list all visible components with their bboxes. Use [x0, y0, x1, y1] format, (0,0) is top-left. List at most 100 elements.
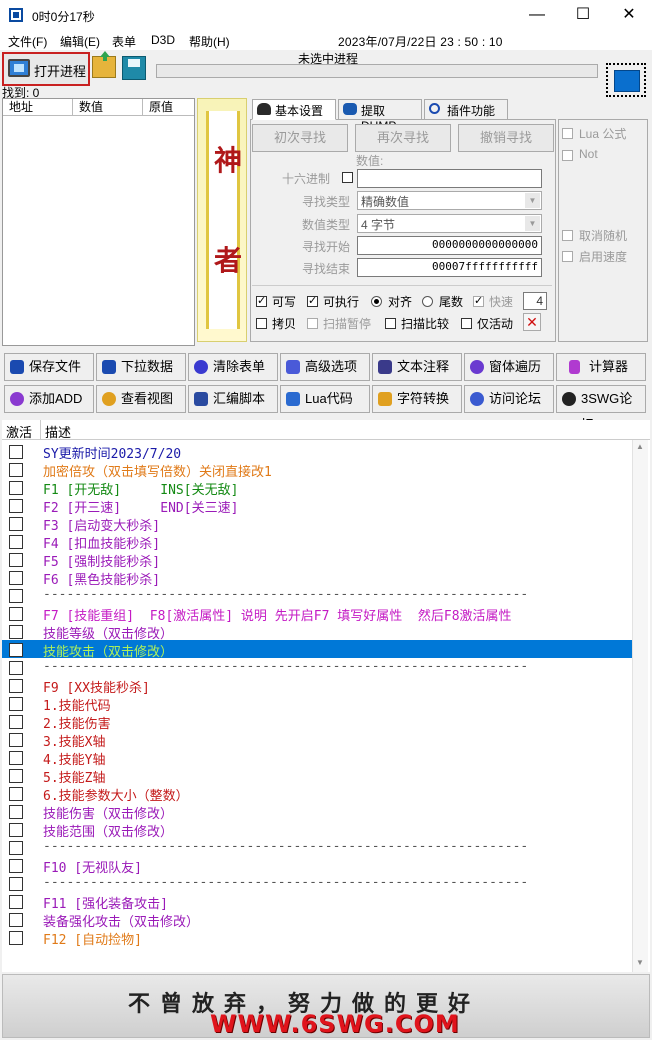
align-radio[interactable]	[371, 296, 382, 307]
maximize-button[interactable]: ☐	[560, 0, 606, 30]
activate-checkbox[interactable]	[9, 769, 23, 783]
color-picker[interactable]	[606, 63, 646, 97]
list-item[interactable]: F1 [开无敌] INS[关无敌]	[2, 478, 632, 498]
executable-checkbox[interactable]	[307, 294, 318, 307]
activate-checkbox[interactable]	[9, 661, 23, 675]
scroll-down-icon[interactable]: ▼	[636, 958, 644, 967]
activate-checkbox[interactable]	[9, 445, 23, 459]
list-item[interactable]: F9 [XX技能秒杀]	[2, 676, 632, 696]
scan-compare-checkbox[interactable]	[385, 318, 396, 329]
activate-checkbox[interactable]	[9, 679, 23, 693]
not-checkbox[interactable]	[562, 150, 573, 161]
activate-checkbox[interactable]	[9, 733, 23, 747]
activate-checkbox[interactable]	[9, 571, 23, 585]
activate-checkbox[interactable]	[9, 895, 23, 909]
asm-script-button[interactable]: 汇编脚本	[188, 385, 278, 413]
value-type-select[interactable]: 4 字节 ▼	[357, 214, 542, 233]
column-active[interactable]: 激活	[6, 422, 32, 441]
copy-checkbox[interactable]	[256, 318, 267, 329]
activate-checkbox[interactable]	[9, 553, 23, 567]
add-address-button[interactable]: 添加ADD	[4, 385, 94, 413]
list-item[interactable]: 加密倍攻（双击填写倍数）关闭直接改1	[2, 460, 632, 480]
save-file-button[interactable]: 保存文件	[4, 353, 94, 381]
scrollbar[interactable]: ▲ ▼	[632, 440, 648, 972]
activate-checkbox[interactable]	[9, 913, 23, 927]
start-address-input[interactable]: 0000000000000000	[357, 236, 542, 255]
char-convert-button[interactable]: 字符转换	[372, 385, 462, 413]
close-icon[interactable]: ✕	[523, 313, 541, 331]
activate-checkbox[interactable]	[9, 517, 23, 531]
only-active-checkbox[interactable]	[461, 318, 472, 329]
activate-checkbox[interactable]	[9, 625, 23, 639]
speed-input[interactable]: 4	[523, 292, 547, 310]
view-button[interactable]: 查看视图	[96, 385, 186, 413]
window-traverse-button[interactable]: 窗体遍历	[464, 353, 554, 381]
results-list[interactable]: 地址 数值 原值	[2, 98, 195, 346]
close-button[interactable]: ✕	[606, 0, 652, 30]
activate-checkbox[interactable]	[9, 643, 23, 657]
search-type-select[interactable]: 精确数值 ▼	[357, 191, 542, 210]
list-item[interactable]: ----------------------------------------…	[2, 658, 632, 676]
value-input[interactable]	[357, 169, 542, 188]
activate-checkbox[interactable]	[9, 787, 23, 801]
menu-help[interactable]: 帮助(H)	[189, 33, 230, 50]
tab-dump[interactable]: 提取DUMP	[338, 99, 422, 133]
list-item[interactable]: 4.技能Y轴	[2, 748, 632, 768]
tab-basic-settings[interactable]: 基本设置	[252, 99, 336, 120]
list-item[interactable]: F11 [强化装备攻击]	[2, 892, 632, 912]
activate-checkbox[interactable]	[9, 463, 23, 477]
list-item[interactable]: F7 [技能重组] F8[激活属性] 说明 先开启F7 填写好属性 然后F8激活…	[2, 604, 632, 624]
minimize-button[interactable]: —	[514, 0, 560, 30]
list-item[interactable]: F2 [开三速] END[关三速]	[2, 496, 632, 516]
menu-file[interactable]: 文件(F)	[8, 33, 47, 50]
activate-checkbox[interactable]	[9, 823, 23, 837]
hex-checkbox[interactable]	[342, 172, 353, 183]
writable-checkbox[interactable]	[256, 294, 267, 307]
list-item[interactable]: 技能等级（双击修改）	[2, 622, 632, 642]
text-comment-button[interactable]: 文本注释	[372, 353, 462, 381]
tail-radio[interactable]	[422, 296, 433, 307]
end-address-input[interactable]: 00007fffffffffff	[357, 258, 542, 277]
list-item[interactable]: F5 [强制技能秒杀]	[2, 550, 632, 570]
list-item[interactable]: 3.技能X轴	[2, 730, 632, 750]
activate-checkbox[interactable]	[9, 805, 23, 819]
column-original[interactable]: 原值	[143, 99, 194, 116]
enable-speed-checkbox[interactable]	[562, 251, 573, 262]
activate-checkbox[interactable]	[9, 589, 23, 603]
scan-pause-checkbox[interactable]	[307, 318, 318, 329]
activate-checkbox[interactable]	[9, 841, 23, 855]
list-item[interactable]: 5.技能Z轴	[2, 766, 632, 786]
activate-checkbox[interactable]	[9, 697, 23, 711]
activate-checkbox[interactable]	[9, 607, 23, 621]
list-item[interactable]: 1.技能代码	[2, 694, 632, 714]
open-process-button[interactable]: 打开进程	[2, 52, 90, 86]
swg-forum-button[interactable]: 3SWG论坛	[556, 385, 646, 432]
activate-checkbox[interactable]	[9, 715, 23, 729]
clear-form-button[interactable]: 清除表单	[188, 353, 278, 381]
list-item[interactable]: F6 [黑色技能秒杀]	[2, 568, 632, 588]
list-item[interactable]: 2.技能伤害	[2, 712, 632, 732]
activate-checkbox[interactable]	[9, 751, 23, 765]
list-item[interactable]: SY更新时间2023/7/20	[2, 442, 632, 462]
activate-checkbox[interactable]	[9, 535, 23, 549]
list-item[interactable]: F10 [无视队友]	[2, 856, 632, 876]
undo-search-button[interactable]: 撤销寻找	[458, 124, 554, 152]
menu-d3d[interactable]: D3D	[151, 33, 175, 47]
menu-edit[interactable]: 编辑(E)	[60, 33, 100, 50]
advanced-options-button[interactable]: 高级选项	[280, 353, 370, 381]
first-search-button[interactable]: 初次寻找	[252, 124, 348, 152]
column-description[interactable]: 描述	[45, 422, 71, 441]
lua-code-button[interactable]: Lua代码	[280, 385, 370, 413]
activate-checkbox[interactable]	[9, 859, 23, 873]
scroll-up-icon[interactable]: ▲	[636, 442, 644, 451]
column-value[interactable]: 数值	[73, 99, 143, 116]
list-item[interactable]: 技能范围（双击修改）	[2, 820, 632, 840]
list-item[interactable]: 6.技能参数大小（整数）	[2, 784, 632, 804]
list-item[interactable]: ----------------------------------------…	[2, 838, 632, 856]
open-folder-icon[interactable]	[92, 56, 116, 78]
next-search-button[interactable]: 再次寻找	[355, 124, 451, 152]
calculator-button[interactable]: 计算器	[556, 353, 646, 381]
activate-checkbox[interactable]	[9, 499, 23, 513]
cheat-list[interactable]: SY更新时间2023/7/20 加密倍攻（双击填写倍数）关闭直接改1 F1 [开无敌…	[2, 440, 650, 972]
column-address[interactable]: 地址	[3, 99, 73, 116]
